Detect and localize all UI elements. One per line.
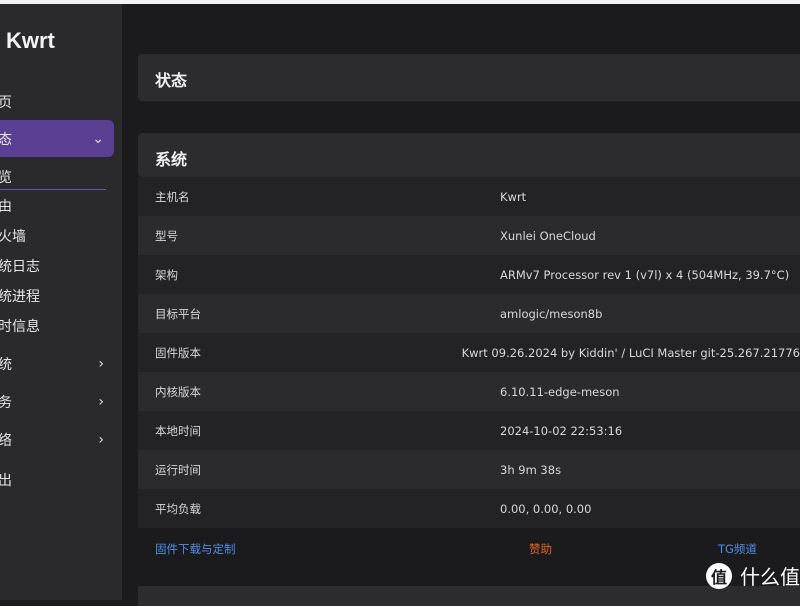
tg-channel-link[interactable]: TG频道: [718, 541, 757, 557]
sidebar-item-label: 火墙: [0, 229, 26, 245]
section-title: 系统: [155, 150, 188, 169]
sidebar-item-system-log[interactable]: 统日志: [0, 256, 114, 276]
chevron-down-icon: ⌄: [92, 130, 104, 147]
row-value: Kwrt: [500, 189, 527, 204]
row-key: 固件版本: [155, 345, 201, 360]
system-section-header: 系统: [138, 133, 800, 177]
firmware-download-link[interactable]: 固件下载与定制: [155, 541, 236, 557]
main-content: 状态 系统 主机名 Kwrt 型号 Xunlei OneCloud 架构 ARM…: [122, 4, 800, 606]
row-value: Kwrt 09.26.2024 by Kiddin' / LuCI Master…: [461, 345, 800, 360]
row-value: 3h 9m 38s: [500, 462, 562, 477]
sidebar-item-label: 览: [0, 169, 12, 186]
row-value: ARMv7 Processor rev 1 (v7l) x 4 (504MHz,…: [500, 267, 790, 282]
watermark: 值 什么值: [706, 561, 800, 590]
footer-links: 固件下载与定制 赞助 TG频道: [138, 529, 800, 569]
row-value: 0.00, 0.00, 0.00: [500, 501, 592, 516]
sidebar-item-system[interactable]: 统 ›: [0, 354, 114, 374]
sidebar-item-label: 统进程: [0, 289, 40, 305]
system-info-table: 主机名 Kwrt 型号 Xunlei OneCloud 架构 ARMv7 Pro…: [138, 177, 800, 528]
sidebar-item-routes[interactable]: 由: [0, 196, 114, 216]
table-row: 主机名 Kwrt: [138, 177, 800, 216]
row-key: 本地时间: [155, 423, 201, 438]
row-key: 型号: [155, 228, 178, 243]
sidebar-item-status[interactable]: 态 ⌄: [0, 120, 114, 157]
next-section-panel: [138, 586, 800, 606]
row-key: 内核版本: [155, 384, 201, 399]
sidebar-item-label: 时信息: [0, 319, 40, 335]
sidebar-item-label: 络: [0, 433, 12, 449]
watermark-logo-icon: 值: [706, 562, 732, 589]
sidebar-item-logout[interactable]: 出: [0, 470, 114, 490]
row-value: Xunlei OneCloud: [500, 228, 596, 243]
row-value: amlogic/meson8b: [500, 306, 603, 321]
watermark-text: 什么值: [740, 565, 800, 589]
row-value: 2024-10-02 22:53:16: [500, 423, 623, 438]
sidebar-item-label: 务: [0, 395, 12, 411]
brand-logo[interactable]: Kwrt: [6, 28, 55, 54]
table-row: 架构 ARMv7 Processor rev 1 (v7l) x 4 (504M…: [138, 255, 800, 294]
sidebar-item-label: 统日志: [0, 259, 40, 275]
donate-link[interactable]: 赞助: [529, 541, 552, 557]
sidebar-item-firewall[interactable]: 火墙: [0, 226, 114, 246]
table-row: 平均负载 0.00, 0.00, 0.00: [138, 489, 800, 528]
sidebar: Kwrt 页 态 ⌄ 览 由 火墙 统日志 统进程 时信息 统 › 务 › 络 …: [0, 4, 122, 600]
sidebar-item-home[interactable]: 页: [0, 92, 114, 112]
sidebar-item-label: 页: [0, 95, 12, 111]
chevron-right-icon: ›: [98, 432, 104, 448]
row-key: 主机名: [155, 189, 190, 204]
sidebar-item-label: 由: [0, 199, 12, 215]
row-key: 运行时间: [155, 462, 201, 477]
table-row: 内核版本 6.10.11-edge-meson: [138, 372, 800, 411]
sidebar-item-label: 出: [0, 473, 12, 489]
sidebar-item-label: 统: [0, 357, 12, 373]
chevron-right-icon: ›: [98, 394, 104, 410]
chevron-right-icon: ›: [98, 356, 104, 372]
sidebar-item-realtime[interactable]: 时信息: [0, 316, 114, 336]
page-title: 状态: [155, 71, 188, 90]
sidebar-item-label: 态: [0, 131, 12, 148]
table-row: 固件版本 Kwrt 09.26.2024 by Kiddin' / LuCI M…: [138, 333, 800, 372]
row-key: 平均负载: [155, 501, 201, 516]
sidebar-item-processes[interactable]: 统进程: [0, 286, 114, 306]
sidebar-item-network[interactable]: 络 ›: [0, 430, 114, 450]
status-header-panel: 状态: [138, 54, 800, 101]
sidebar-item-overview[interactable]: 览: [0, 164, 106, 190]
row-key: 目标平台: [155, 306, 201, 321]
row-value: 6.10.11-edge-meson: [500, 384, 620, 399]
brand-name: Kwrt: [6, 28, 55, 53]
row-key: 架构: [155, 267, 178, 282]
table-row: 型号 Xunlei OneCloud: [138, 216, 800, 255]
table-row: 本地时间 2024-10-02 22:53:16: [138, 411, 800, 450]
table-row: 目标平台 amlogic/meson8b: [138, 294, 800, 333]
sidebar-item-services[interactable]: 务 ›: [0, 392, 114, 412]
table-row: 运行时间 3h 9m 38s: [138, 450, 800, 489]
